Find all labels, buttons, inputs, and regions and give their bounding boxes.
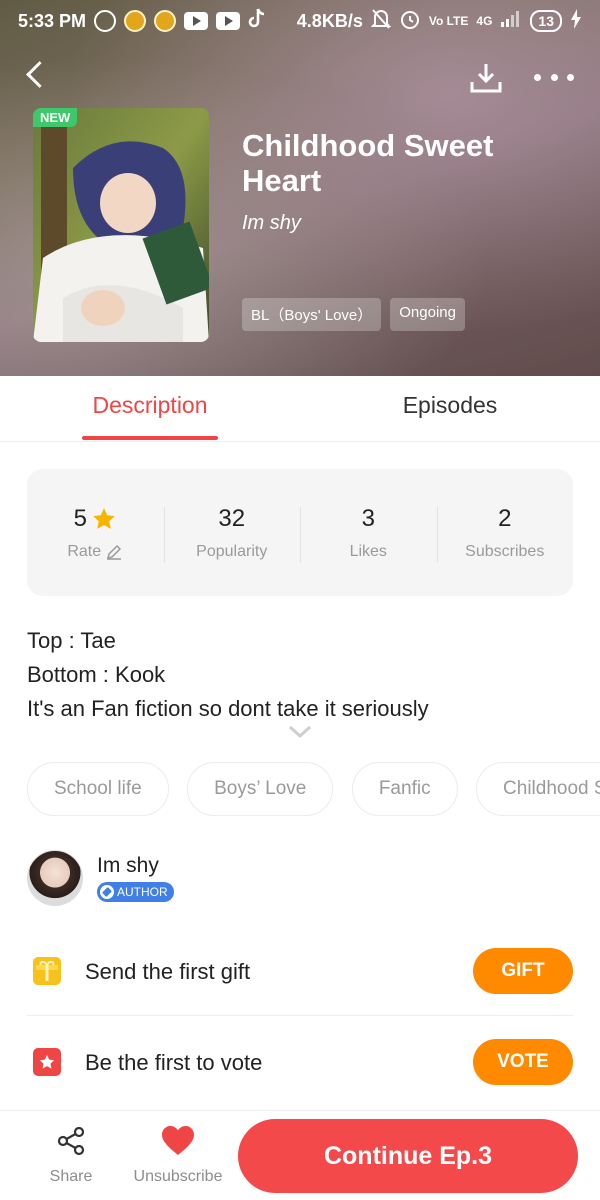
tag-item[interactable]: Boys’ Love <box>187 762 334 816</box>
description-text: Top : Tae Bottom : Kook It's an Fan fict… <box>27 624 577 726</box>
stat-likes-label: Likes <box>349 542 387 560</box>
tag-item[interactable]: Fanfic <box>351 762 458 816</box>
author-badge: AUTHOR <box>97 882 174 902</box>
tab-episodes[interactable]: Episodes <box>380 392 520 419</box>
gift-button[interactable]: GIFT <box>473 948 573 994</box>
vote-prompt: Be the first to vote <box>85 1050 263 1075</box>
network-type: 4G <box>476 14 493 28</box>
more-dot <box>567 73 574 81</box>
download-icon[interactable] <box>468 60 504 96</box>
stat-rate-value-row: 5 <box>27 505 164 533</box>
status-chip: Ongoing <box>390 298 465 331</box>
more-dot <box>534 73 541 81</box>
tag-list: School life Boys’ Love Fanfic Childhood … <box>27 762 600 818</box>
author-name[interactable]: Im shy <box>97 854 159 878</box>
more-dot <box>550 73 558 81</box>
book-title: Childhood Sweet Heart <box>242 128 494 198</box>
gift-row: Send the first gift GIFT <box>27 926 573 1016</box>
heart-icon <box>162 1126 194 1155</box>
description-line: It's an Fan fiction so dont take it seri… <box>27 696 429 721</box>
book-cover-image[interactable]: NEW <box>33 108 209 342</box>
author-badge-label: AUTHOR <box>117 885 168 899</box>
stat-rate-value: 5 <box>73 504 87 532</box>
stat-popularity-label: Popularity <box>196 542 268 560</box>
active-tab-indicator <box>82 436 218 440</box>
stat-rate-label: Rate <box>67 542 102 560</box>
coin-app-icon-2 <box>154 10 177 32</box>
stats-panel: 5 Rate 32 Popularity 3 Likes 2 Subscribe… <box>27 469 573 596</box>
tag-item[interactable]: School life <box>27 762 169 816</box>
stat-rate[interactable]: 5 Rate <box>27 505 164 561</box>
back-button[interactable] <box>24 60 54 90</box>
cover-illustration <box>33 108 209 342</box>
description-line: Top : Tae <box>27 628 116 653</box>
continue-reading-button[interactable]: Continue Ep.3 <box>238 1119 578 1193</box>
status-time: 5:33 PM <box>18 10 87 31</box>
expand-chevron-icon[interactable] <box>288 724 312 740</box>
tab-description[interactable]: Description <box>80 392 220 419</box>
vote-ticket-icon <box>33 1048 61 1076</box>
book-author[interactable]: Im shy <box>242 212 301 235</box>
tab-bar: Description Episodes <box>0 376 600 442</box>
stat-subscribes-value: 2 <box>498 504 512 532</box>
stat-rate-label-row: Rate <box>27 543 164 561</box>
share-button[interactable]: Share <box>40 1125 102 1186</box>
stat-popularity: 32 Popularity <box>163 504 301 563</box>
stat-likes-value: 3 <box>361 504 375 532</box>
stat-subscribes-label: Subscribes <box>465 542 545 560</box>
avatar[interactable] <box>27 850 83 906</box>
more-options-icon[interactable] <box>534 64 574 90</box>
share-label: Share <box>49 1168 93 1185</box>
stat-popularity-value: 32 <box>218 504 246 532</box>
charging-icon <box>570 8 582 34</box>
share-icon <box>57 1126 85 1156</box>
new-badge: NEW <box>33 108 78 127</box>
book-chips: BL（Boys' Love） Ongoing <box>242 298 465 331</box>
unsubscribe-button[interactable]: Unsubscribe <box>128 1125 228 1186</box>
stat-likes: 3 Likes <box>300 504 437 563</box>
author-row[interactable]: Im shy AUTHOR <box>27 848 577 908</box>
stat-subscribes: 2 Subscribes <box>436 504 574 563</box>
battery-level: 13 <box>530 10 562 32</box>
gift-prompt: Send the first gift <box>85 959 251 984</box>
book-header: 5:33 PM 4.8KB/s Vo LTE 4G 13 NEW Childho… <box>0 0 600 376</box>
unsubscribe-label: Unsubscribe <box>133 1168 223 1185</box>
status-bar-left: 5:33 PM <box>18 8 266 35</box>
author-badge-icon <box>100 885 114 899</box>
youtube-icon <box>184 12 209 30</box>
youtube-icon-2 <box>216 12 241 30</box>
alarm-icon <box>399 8 421 35</box>
genre-chip[interactable]: BL（Boys' Love） <box>242 298 382 331</box>
volte-indicator: Vo LTE <box>428 14 469 28</box>
tag-item[interactable]: Childhood S <box>476 762 600 816</box>
coin-app-icon <box>124 10 147 32</box>
gift-icon <box>33 957 61 985</box>
bottom-bar: Share Unsubscribe Continue Ep.3 <box>0 1110 600 1200</box>
status-bar: 5:33 PM 4.8KB/s Vo LTE 4G 13 <box>0 0 600 42</box>
signal-icon <box>500 10 522 33</box>
tiktok-icon <box>248 8 266 35</box>
vote-row: Be the first to vote VOTE <box>27 1017 573 1107</box>
description-line: Bottom : Kook <box>27 662 166 687</box>
edit-pencil-icon <box>107 544 122 560</box>
whatsapp-icon <box>94 10 117 32</box>
network-speed: 4.8KB/s <box>296 10 363 31</box>
vote-button[interactable]: VOTE <box>473 1039 573 1085</box>
mute-bell-icon <box>370 8 392 35</box>
star-icon <box>93 507 115 529</box>
status-bar-right: 4.8KB/s Vo LTE 4G 13 <box>297 8 582 35</box>
